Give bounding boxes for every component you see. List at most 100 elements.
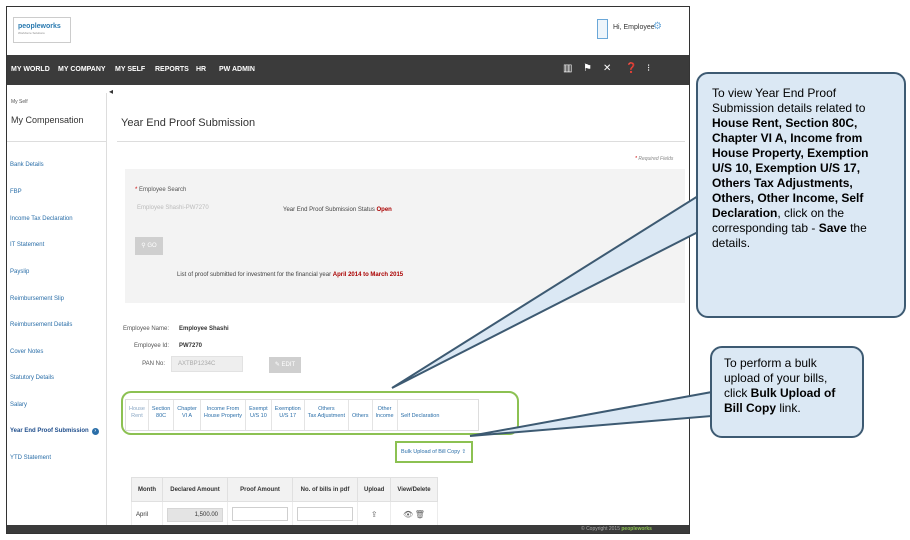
employee-search-panel: * Employee Search Employee Shashi-PW7270… xyxy=(125,169,685,303)
column-header-proof-amount: Proof Amount xyxy=(227,477,293,502)
declared-amount-cell: 1,500.00 xyxy=(162,501,228,528)
tab-other-income[interactable]: Other Income xyxy=(373,400,398,430)
copyright-text: © Copyright 2015 peopleworks xyxy=(581,526,652,532)
title-divider xyxy=(117,141,685,142)
tab-self-declaration[interactable]: Self Declaration xyxy=(398,400,443,430)
help-icon[interactable]: ❓ xyxy=(625,63,637,74)
tabs-instruction-callout: To view Year End Proof Submission detail… xyxy=(696,72,906,318)
share-icon[interactable]: ⁝ xyxy=(647,63,650,74)
financial-year-label: List of proof submitted for investment f… xyxy=(177,272,332,278)
nav-my-company[interactable]: MY COMPANY xyxy=(58,66,106,73)
user-greeting[interactable]: Hi, Employee xyxy=(613,24,655,31)
bills-table: Month Declared Amount Proof Amount No. o… xyxy=(131,477,438,528)
nav-my-world[interactable]: MY WORLD xyxy=(11,66,50,73)
declared-amount-field: 1,500.00 xyxy=(167,507,223,522)
app-window: peopleworks Workforce Solutions Hi, Empl… xyxy=(6,6,690,534)
sidebar-item-year-end-proof-submission[interactable]: Year End Proof Submission › xyxy=(10,428,99,435)
pencil-icon: ✎ xyxy=(274,362,280,368)
sidebar-title: My Compensation xyxy=(11,115,84,125)
sidebar-item-label: Year End Proof Submission xyxy=(10,428,89,434)
sidebar-item-fbp[interactable]: FBP xyxy=(10,189,22,195)
tab-others-tax-adjustment[interactable]: Others Tax Adjustment xyxy=(305,400,350,430)
delete-trash-icon[interactable]: 🗑 xyxy=(415,510,425,519)
nav-my-self[interactable]: MY SELF xyxy=(115,66,145,73)
employee-search-label-text: Employee Search xyxy=(139,187,187,193)
column-header-view-delete: View/Delete xyxy=(390,477,438,502)
tools-icon[interactable]: ✕ xyxy=(603,63,611,74)
sidebar-section-label: My Self xyxy=(11,99,28,105)
logo-text: peopleworks xyxy=(18,23,61,30)
proof-amount-cell xyxy=(227,501,293,528)
proof-category-tabs: House Rent Section 80C Chapter VI A Inco… xyxy=(125,399,479,431)
footer: © Copyright 2015 peopleworks xyxy=(7,525,689,533)
sidebar-item-income-tax-declaration[interactable]: Income Tax Declaration xyxy=(10,216,73,222)
tab-house-rent[interactable]: House Rent xyxy=(126,400,149,430)
column-header-upload: Upload xyxy=(356,477,392,502)
callout-1-text-1: To view Year End Proof Submission detail… xyxy=(712,86,866,115)
sidebar-item-ytd-statement[interactable]: YTD Statement xyxy=(10,455,51,461)
employee-name-value: Employee Shashi xyxy=(179,326,229,332)
sidebar-item-reimbursement-details[interactable]: Reimbursement Details xyxy=(10,322,72,328)
arrow-right-icon: › xyxy=(91,428,99,435)
go-button-label: GO xyxy=(147,243,157,249)
top-header: peopleworks Workforce Solutions Hi, Empl… xyxy=(7,7,689,53)
sidebar: My Self My Compensation Bank Details FBP… xyxy=(7,93,107,525)
employee-search-input[interactable]: Employee Shashi-PW7270 xyxy=(137,205,209,211)
sidebar-item-reimbursement-slip[interactable]: Reimbursement Slip xyxy=(10,296,64,302)
pin-icon[interactable]: ⚑ xyxy=(583,63,592,74)
view-eye-icon[interactable]: 👁 xyxy=(403,510,413,519)
employee-name-label: Employee Name: xyxy=(122,326,169,332)
pan-label: PAN No: xyxy=(142,361,165,367)
sidebar-item-statutory-details[interactable]: Statutory Details xyxy=(10,375,54,381)
upload-cell: ⇪ xyxy=(356,501,392,528)
sidebar-divider xyxy=(7,141,107,142)
logo-subtext: Workforce Solutions xyxy=(18,31,45,35)
tab-section-80c[interactable]: Section 80C xyxy=(149,400,175,430)
tab-exemption-us-17[interactable]: Exemption U/S 17 xyxy=(272,400,305,430)
bulk-upload-bill-copy-link[interactable]: Bulk Upload of Bill Copy ⇪ xyxy=(395,441,473,463)
edit-pan-button[interactable]: ✎ EDIT xyxy=(269,357,301,373)
tab-exempt-us-10[interactable]: Exempt U/S 10 xyxy=(246,400,272,430)
nav-reports[interactable]: REPORTS xyxy=(155,66,189,73)
bulk-upload-label: Bulk Upload of Bill Copy xyxy=(401,449,461,455)
tab-others[interactable]: Others xyxy=(349,400,373,430)
sidebar-item-bank-details[interactable]: Bank Details xyxy=(10,162,44,168)
column-header-declared-amount: Declared Amount xyxy=(162,477,228,502)
month-cell: April xyxy=(131,501,163,528)
submission-status-label: Year End Proof Submission Status xyxy=(283,207,375,213)
employee-search-label: * Employee Search xyxy=(135,187,187,193)
sidebar-item-cover-notes[interactable]: Cover Notes xyxy=(10,349,43,355)
table-header-row: Month Declared Amount Proof Amount No. o… xyxy=(131,477,438,502)
required-note-text: Required Fields xyxy=(638,156,674,162)
employee-id-label: Employee Id: xyxy=(133,343,169,349)
pan-input[interactable]: AXTBP1234C xyxy=(171,356,243,372)
copyright-label: © Copyright 2015 xyxy=(581,526,620,532)
go-button[interactable]: ⚲ GO xyxy=(135,237,163,255)
financial-year-text: List of proof submitted for investment f… xyxy=(177,272,403,278)
book-icon[interactable]: ▥ xyxy=(563,63,572,74)
upload-icon[interactable]: ⇪ xyxy=(371,510,378,519)
edit-button-label: EDIT xyxy=(281,362,296,368)
company-logo[interactable]: peopleworks Workforce Solutions xyxy=(13,17,71,43)
callout-1-bold-2: Save xyxy=(818,221,847,235)
upload-icon: ⇪ xyxy=(461,449,467,455)
tab-income-from-house-property[interactable]: Income From House Property xyxy=(201,400,247,430)
search-icon: ⚲ xyxy=(141,243,146,249)
required-fields-note: * Required Fields xyxy=(635,156,674,162)
user-avatar[interactable] xyxy=(597,19,608,39)
nav-hr[interactable]: HR xyxy=(196,66,206,73)
sidebar-item-salary[interactable]: Salary xyxy=(10,402,27,408)
proof-amount-input[interactable] xyxy=(232,506,288,521)
table-row: April 1,500.00 ⇪ 👁 🗑 xyxy=(131,501,438,528)
sidebar-item-payslip[interactable]: Payslip xyxy=(10,269,29,275)
bills-count-input[interactable] xyxy=(297,506,353,521)
gear-icon[interactable]: ⚙ xyxy=(653,21,662,32)
main-navigation: MY WORLD MY COMPANY MY SELF REPORTS HR P… xyxy=(7,55,689,85)
view-delete-cell: 👁 🗑 xyxy=(390,501,438,528)
footer-brand: peopleworks xyxy=(621,526,652,532)
tab-chapter-vi-a[interactable]: Chapter VI A xyxy=(174,400,201,430)
callout-2-text-2: link. xyxy=(776,401,801,415)
sidebar-item-it-statement[interactable]: IT Statement xyxy=(10,242,44,248)
nav-pw-admin[interactable]: PW ADMIN xyxy=(219,66,255,73)
bills-count-cell xyxy=(292,501,358,528)
